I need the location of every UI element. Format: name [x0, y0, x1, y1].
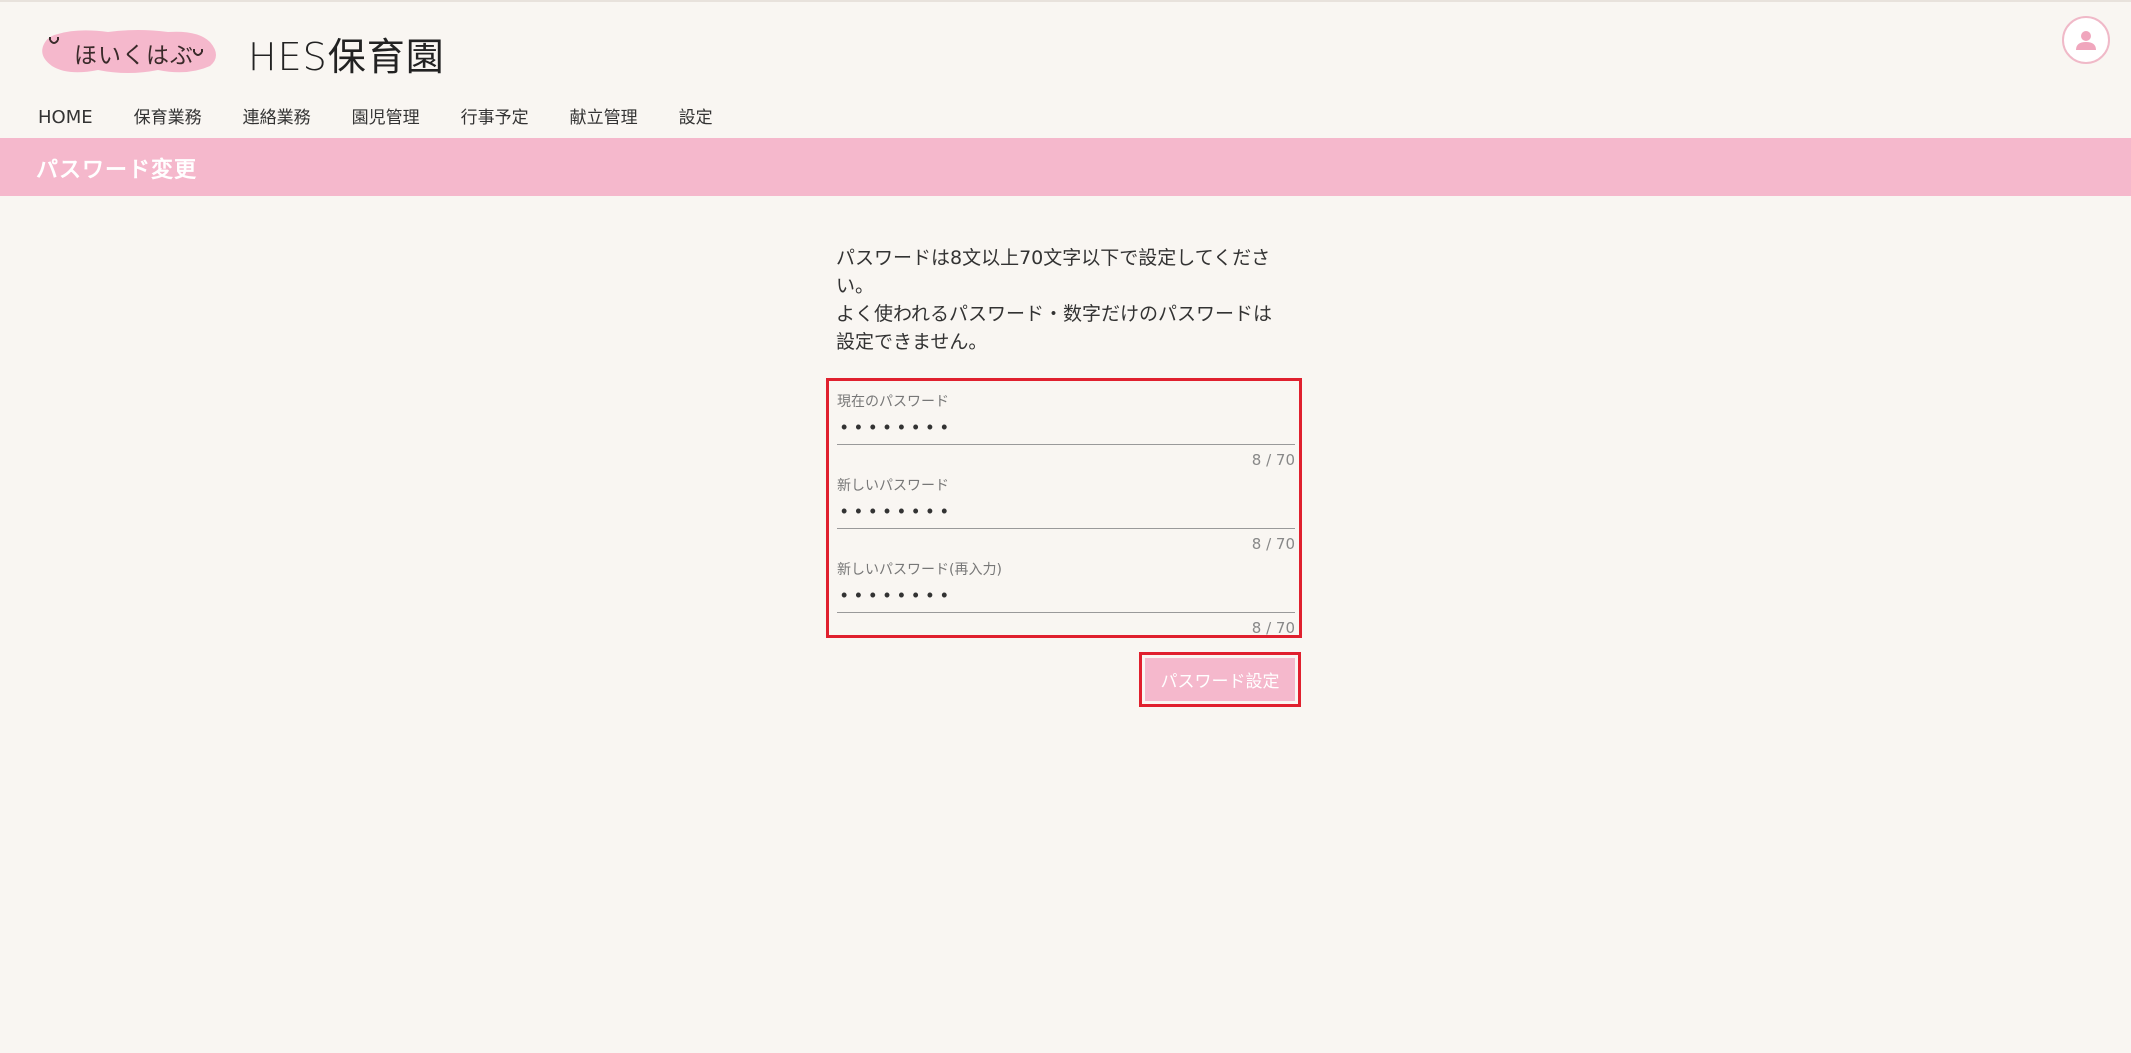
logo-text: ほいくはぶ: [74, 43, 194, 69]
site-title: HES保育園: [248, 35, 445, 79]
main-nav: HOME 保育業務 連絡業務 園児管理 行事予定 献立管理 設定: [38, 106, 754, 130]
page-title-bar: パスワード変更: [0, 138, 2131, 196]
submit-button-highlight: パスワード設定: [1139, 652, 1301, 707]
set-password-button[interactable]: パスワード設定: [1145, 658, 1295, 701]
nav-item-children[interactable]: 園児管理: [352, 106, 420, 130]
new-password-counter: 8 / 70: [1251, 535, 1295, 553]
confirm-password-counter: 8 / 70: [1251, 619, 1295, 637]
nav-item-contact[interactable]: 連絡業務: [243, 106, 311, 130]
current-password-label: 現在のパスワード: [837, 394, 949, 410]
instructions-line-1: パスワードは8文以上70文字以下で設定してください。: [836, 247, 1271, 297]
current-password-counter: 8 / 70: [1251, 451, 1295, 469]
app-header: ほいくはぶ HES保育園 HOME 保育業務 連絡業務 園児管理 行事予定 献立…: [0, 2, 2131, 138]
nav-item-events[interactable]: 行事予定: [461, 106, 529, 130]
password-instructions: パスワードは8文以上70文字以下で設定してください。 よく使われるパスワード・数…: [836, 244, 1286, 356]
confirm-password-label: 新しいパスワード(再入力): [837, 562, 1002, 578]
user-avatar-button[interactable]: [2062, 16, 2110, 64]
new-password-label: 新しいパスワード: [837, 478, 949, 494]
instructions-line-2: よく使われるパスワード・数字だけのパスワードは設定できません。: [836, 303, 1273, 353]
user-icon: [2076, 31, 2096, 50]
new-password-input[interactable]: [837, 495, 1295, 529]
nav-item-menu[interactable]: 献立管理: [570, 106, 638, 130]
confirm-password-input[interactable]: [837, 579, 1295, 613]
nav-item-home[interactable]: HOME: [38, 106, 93, 130]
nav-item-childcare[interactable]: 保育業務: [134, 106, 202, 130]
app-logo[interactable]: ほいくはぶ: [38, 28, 220, 74]
current-password-input[interactable]: [837, 411, 1295, 445]
password-form: 現在のパスワード 8 / 70 新しいパスワード 8 / 70 新しいパスワード…: [826, 378, 1302, 638]
page-title: パスワード変更: [36, 158, 198, 183]
nav-item-settings[interactable]: 設定: [679, 106, 713, 130]
